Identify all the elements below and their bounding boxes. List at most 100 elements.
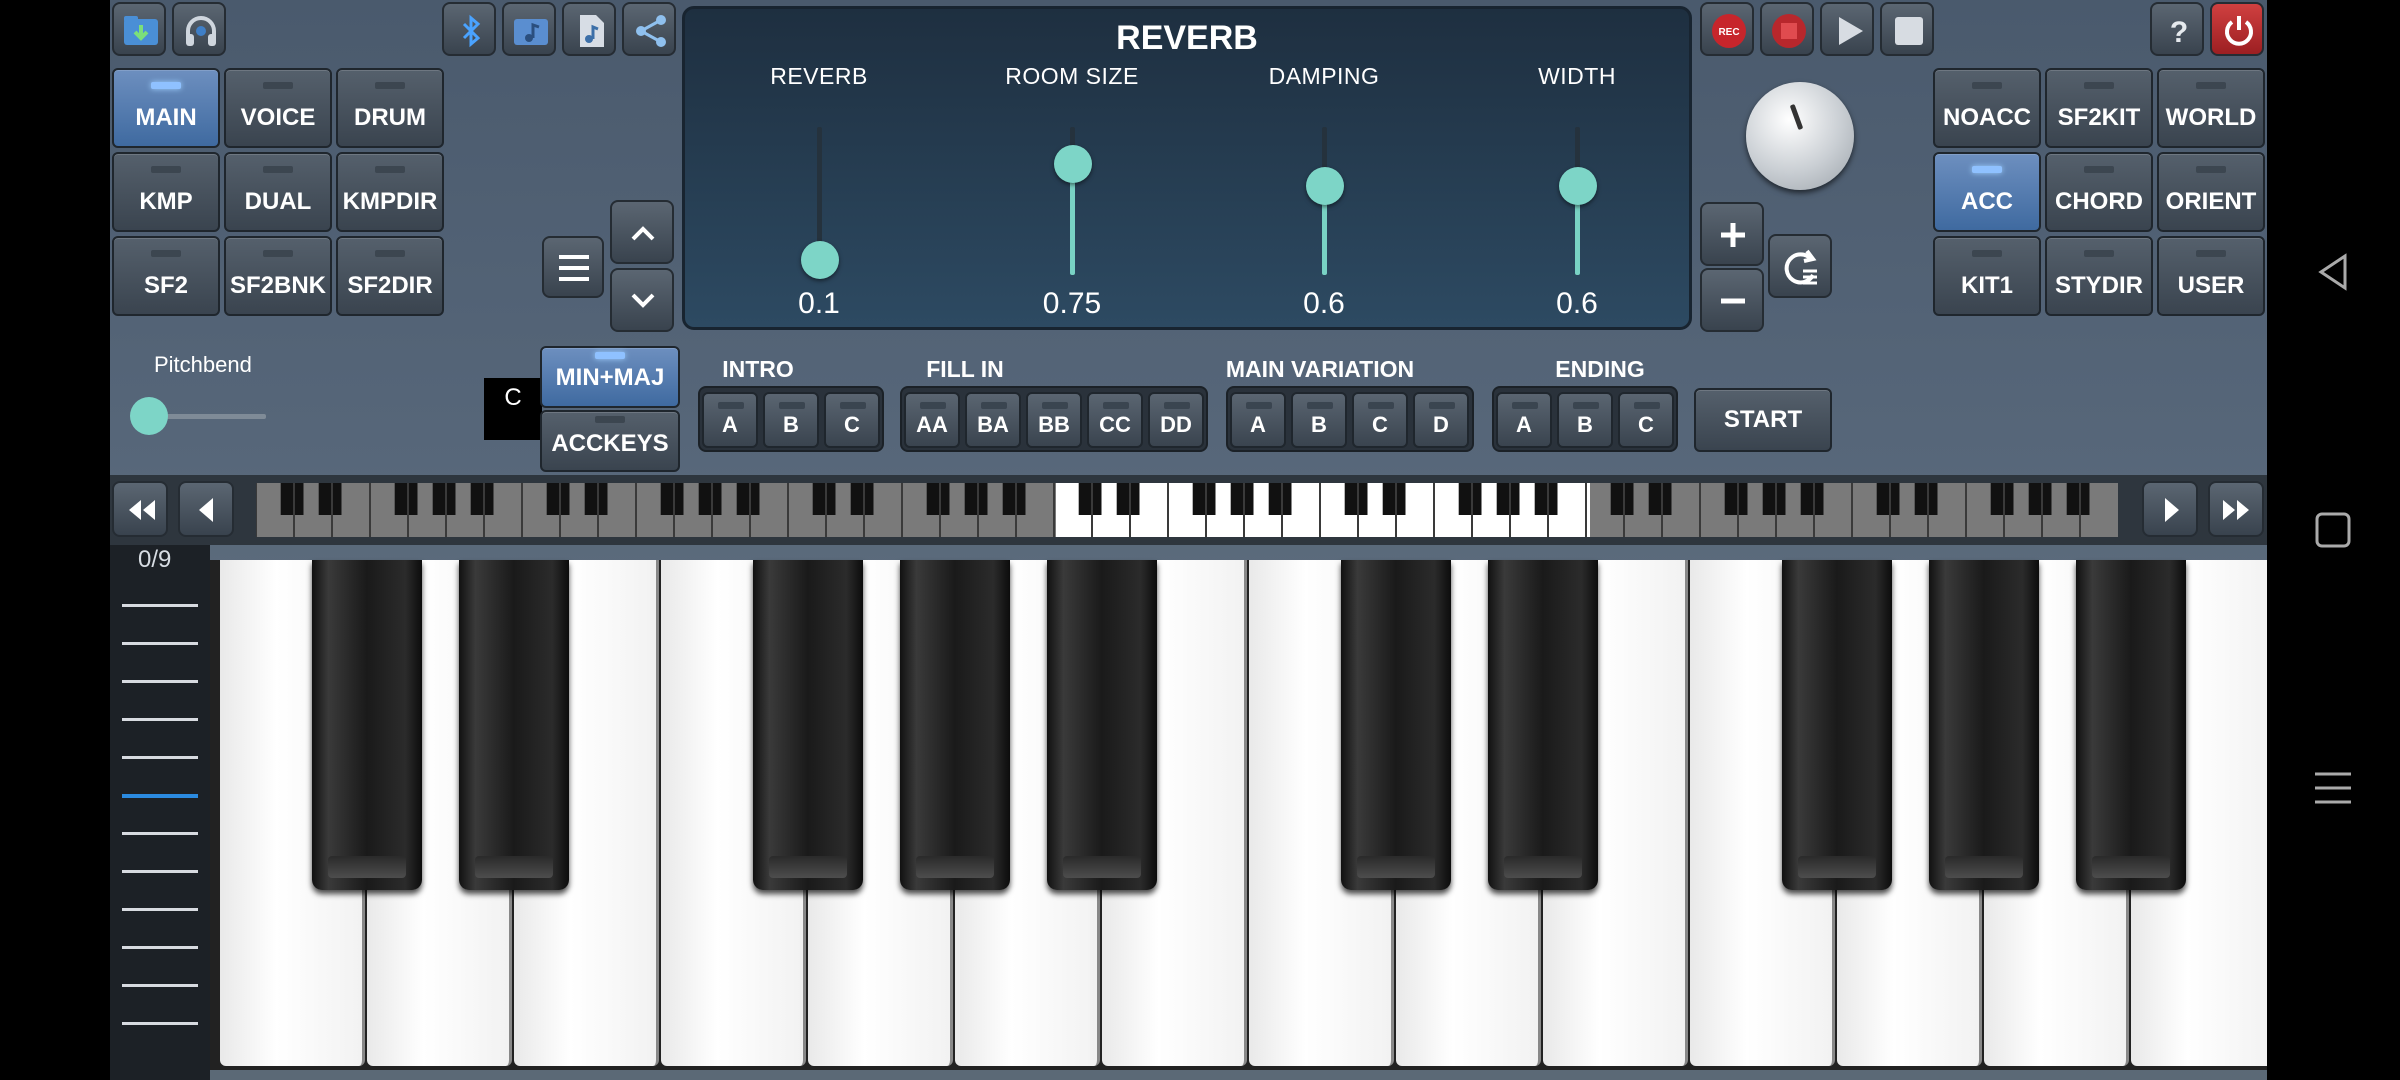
slider-thumb[interactable]: [1054, 145, 1092, 183]
sf2-button[interactable]: SF2: [112, 236, 220, 316]
intro-c-button[interactable]: C: [824, 392, 880, 448]
record-icon[interactable]: REC: [1700, 2, 1754, 56]
share-icon[interactable]: [622, 2, 676, 56]
orient-button[interactable]: ORIENT: [2157, 152, 2265, 232]
black-key[interactable]: [1047, 560, 1157, 890]
black-key[interactable]: [2076, 560, 2186, 890]
scroll-right-icon[interactable]: [2142, 481, 2198, 537]
black-key[interactable]: [1782, 560, 1892, 890]
black-key[interactable]: [312, 560, 422, 890]
pitchbend-label: Pitchbend: [154, 352, 252, 377]
pitchbend-thumb[interactable]: [130, 397, 168, 435]
recents-icon[interactable]: [2307, 762, 2359, 814]
acc-button[interactable]: ACC: [1933, 152, 2041, 232]
octave-counter: 0/9: [138, 546, 172, 573]
mini-black-key: [736, 483, 760, 515]
slider-thumb[interactable]: [1306, 167, 1344, 206]
fill-aa-button[interactable]: AA: [904, 392, 960, 448]
chevron-down-icon[interactable]: [610, 268, 674, 332]
fill-in-group: AA BA BB CC DD: [900, 386, 1208, 452]
intro-b-button[interactable]: B: [763, 392, 819, 448]
black-key[interactable]: [900, 560, 1010, 890]
music-file-icon[interactable]: [562, 2, 616, 56]
sf2kit-button[interactable]: SF2KIT: [2045, 68, 2153, 148]
pitchbend-slider[interactable]: [130, 397, 266, 435]
damping-slider[interactable]: DAMPING 0.6: [1224, 63, 1424, 323]
octave-tick: [122, 832, 198, 835]
dual-button[interactable]: DUAL: [224, 152, 332, 232]
minus-icon[interactable]: [1700, 268, 1764, 332]
stop-icon[interactable]: [1880, 2, 1934, 56]
sf2bnk-button[interactable]: SF2BNK: [224, 236, 332, 316]
scroll-left-icon[interactable]: [178, 481, 234, 537]
fill-dd-button[interactable]: DD: [1148, 392, 1204, 448]
min-maj-button[interactable]: MIN+MAJ: [540, 346, 680, 408]
main-button[interactable]: MAIN: [112, 68, 220, 148]
octave-scale[interactable]: [116, 604, 198, 1060]
acckeys-button[interactable]: ACCKEYS: [540, 410, 680, 472]
ending-c-button[interactable]: C: [1618, 392, 1674, 448]
fast-forward-icon[interactable]: [2208, 481, 2264, 537]
black-key[interactable]: [1488, 560, 1598, 890]
mini-black-key: [318, 483, 342, 515]
kit1-button[interactable]: KIT1: [1933, 236, 2041, 316]
intro-group: A B C: [698, 386, 884, 452]
stydir-button[interactable]: STYDIR: [2045, 236, 2153, 316]
reverb-slider[interactable]: REVERB 0.1: [719, 63, 919, 323]
reset-icon[interactable]: [1768, 234, 1832, 298]
bluetooth-icon[interactable]: [442, 2, 496, 56]
world-button[interactable]: WORLD: [2157, 68, 2265, 148]
black-key[interactable]: [1341, 560, 1451, 890]
drum-button[interactable]: DRUM: [336, 68, 444, 148]
ending-b-button[interactable]: B: [1557, 392, 1613, 448]
stop-record-icon[interactable]: [1760, 2, 1814, 56]
start-button[interactable]: START: [1694, 388, 1832, 452]
chord-button[interactable]: CHORD: [2045, 152, 2153, 232]
main-var-c-button[interactable]: C: [1352, 392, 1408, 448]
help-icon[interactable]: ?: [2150, 2, 2204, 56]
mini-black-key: [698, 483, 722, 515]
chevron-up-icon[interactable]: [610, 200, 674, 264]
voice-button[interactable]: VOICE: [224, 68, 332, 148]
fast-rewind-icon[interactable]: [112, 481, 168, 537]
back-icon[interactable]: [2307, 246, 2359, 298]
black-key[interactable]: [1929, 560, 2039, 890]
ending-a-button[interactable]: A: [1496, 392, 1552, 448]
fill-ba-button[interactable]: BA: [965, 392, 1021, 448]
noacc-button[interactable]: NOACC: [1933, 68, 2041, 148]
main-var-a-button[interactable]: A: [1230, 392, 1286, 448]
mini-black-key: [926, 483, 950, 515]
black-key[interactable]: [753, 560, 863, 890]
kmp-button[interactable]: KMP: [112, 152, 220, 232]
main-var-b-button[interactable]: B: [1291, 392, 1347, 448]
mini-black-key: [546, 483, 570, 515]
intro-a-button[interactable]: A: [702, 392, 758, 448]
mini-black-key: [1382, 483, 1406, 515]
slider-thumb[interactable]: [801, 241, 839, 280]
kmpdir-button[interactable]: KMPDIR: [336, 152, 444, 232]
headphones-icon[interactable]: [172, 2, 226, 56]
mini-black-key: [2066, 483, 2090, 515]
black-key[interactable]: [459, 560, 569, 890]
volume-knob[interactable]: [1746, 82, 1854, 190]
octave-tick: [122, 756, 198, 759]
folder-download-icon[interactable]: [112, 2, 166, 56]
mini-black-key: [1496, 483, 1520, 515]
svg-text:?: ?: [2170, 16, 2188, 49]
main-var-d-button[interactable]: D: [1413, 392, 1469, 448]
plus-icon[interactable]: [1700, 202, 1764, 266]
sf2dir-button[interactable]: SF2DIR: [336, 236, 444, 316]
room-size-slider[interactable]: ROOM SIZE 0.75: [972, 63, 1172, 323]
mini-keyboard-keys: [256, 483, 2090, 537]
power-icon[interactable]: [2210, 2, 2264, 56]
fill-bb-button[interactable]: BB: [1026, 392, 1082, 448]
music-folder-icon[interactable]: [502, 2, 556, 56]
slider-thumb[interactable]: [1559, 167, 1597, 206]
mini-black-key: [964, 483, 988, 515]
home-icon[interactable]: [2307, 504, 2359, 556]
play-icon[interactable]: [1820, 2, 1874, 56]
user-button[interactable]: USER: [2157, 236, 2265, 316]
width-slider[interactable]: WIDTH 0.6: [1477, 63, 1677, 323]
fill-cc-button[interactable]: CC: [1087, 392, 1143, 448]
menu-icon[interactable]: [542, 236, 604, 298]
